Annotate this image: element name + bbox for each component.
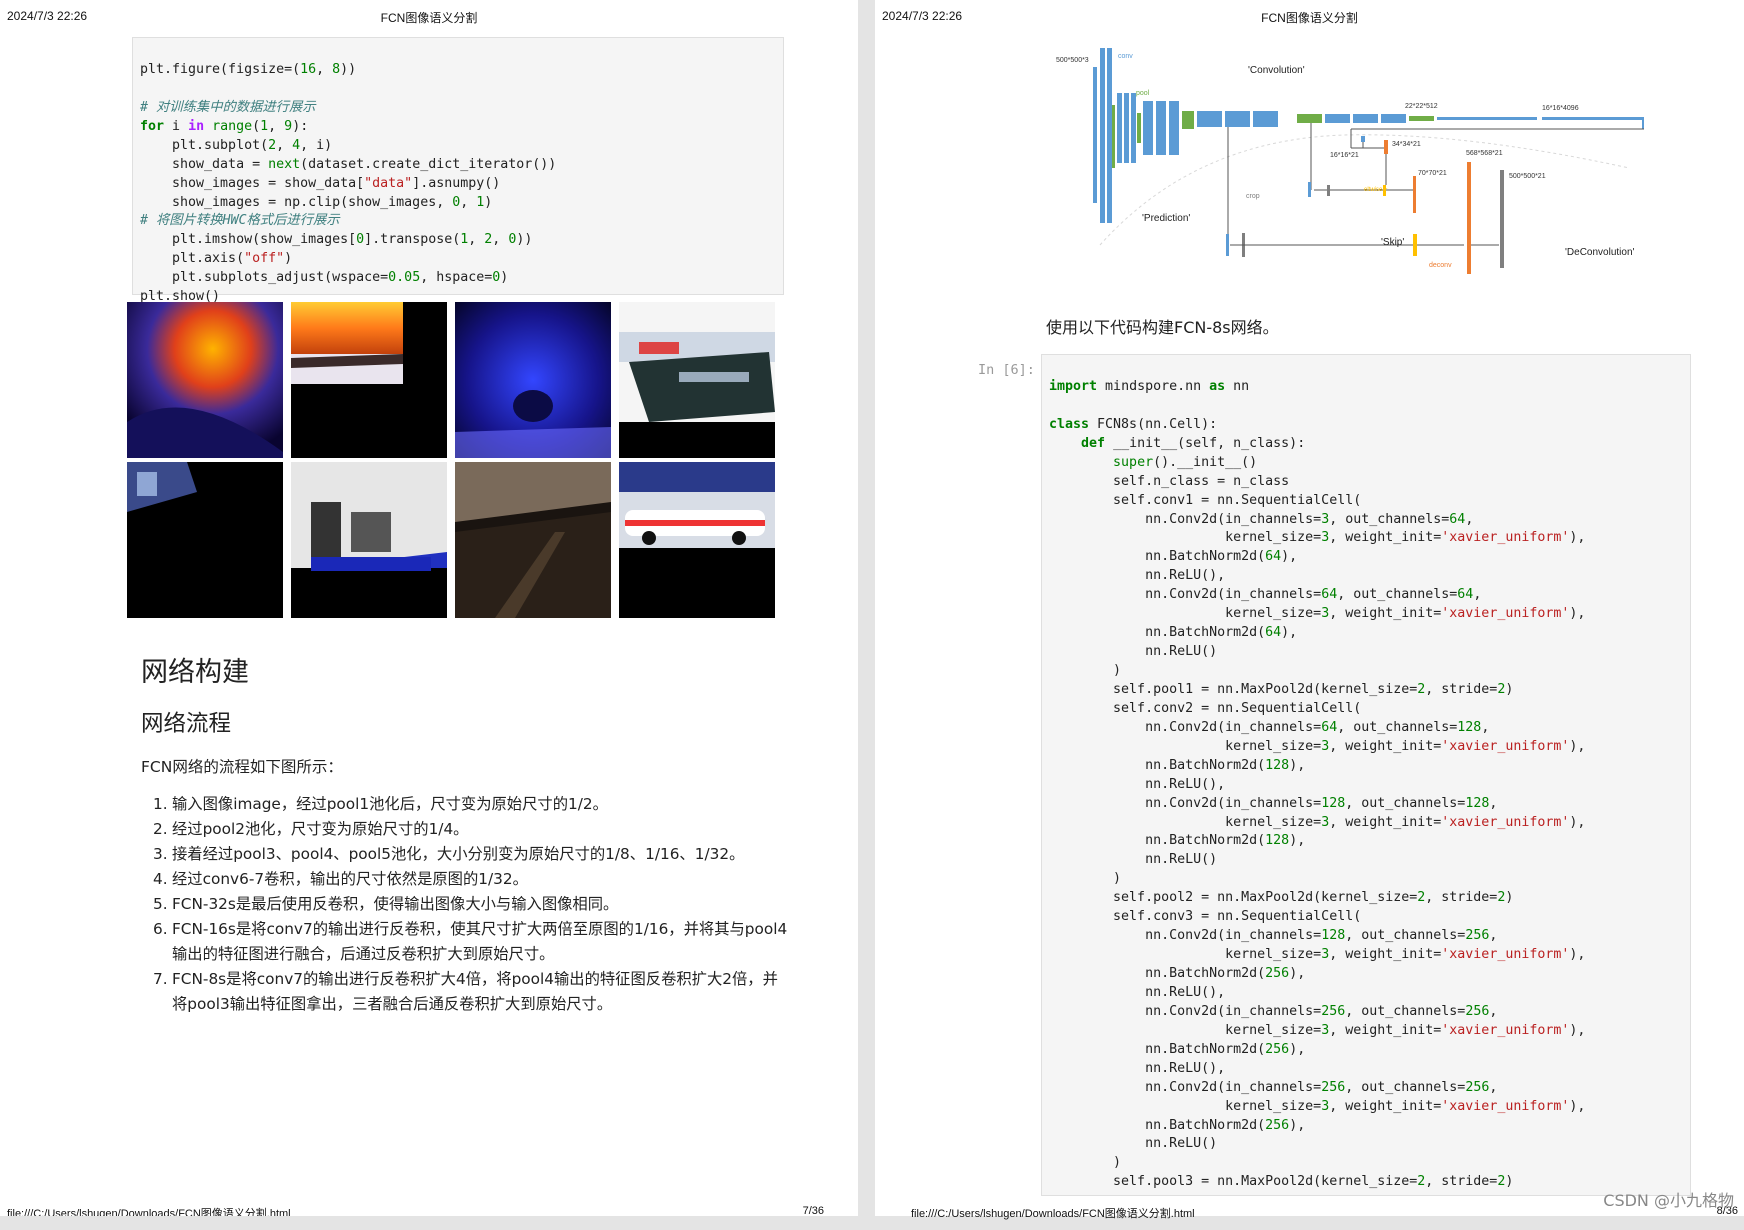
diagram-label-pool: pool [1136, 90, 1150, 97]
sample-image-boats [619, 302, 775, 458]
diagram-label-deconv: deconv [1429, 262, 1452, 269]
intro-text: FCN网络的流程如下图所示： [141, 758, 343, 776]
footer-path: file:///C:/Users/lshugen/Downloads/FCN图像… [7, 1208, 291, 1216]
list-item: 5. FCN-32s是最后使用反卷积，使得输出图像大小与输入图像相同。 [153, 895, 619, 913]
document-page-left: 2024/7/3 22:26 FCN图像语义分割 plt.figure(figs… [0, 0, 858, 1216]
heading-network-flow: 网络流程 [141, 711, 232, 737]
diagram-label-skip: 'Skip' [1381, 237, 1404, 248]
diagram-label-eltwise: eltwise + [1364, 187, 1388, 193]
list-item: 2. 经过pool2池化，尺寸变为原始尺寸的1/4。 [153, 820, 469, 838]
diagram-label-prediction: 'Prediction' [1142, 213, 1190, 224]
csdn-watermark: CSDN @小九格物 [1603, 1191, 1734, 1210]
heading-network-build: 网络构建 [141, 657, 249, 688]
header-title: FCN图像语义分割 [380, 11, 478, 25]
footer-page-number: 7/36 [802, 1205, 824, 1216]
sample-image-dark-room [127, 462, 283, 618]
sample-image-hangar [455, 462, 611, 618]
header-title: FCN图像语义分割 [1261, 11, 1358, 25]
code-cell-fcn8s[interactable]: import mindspore.nn as nn class FCN8s(nn.… [1041, 354, 1691, 1196]
diagram-label-out-size: 500*500*21 [1509, 173, 1546, 180]
sample-image-sunset [291, 302, 447, 458]
diagram-label-s22: 22*22*512 [1405, 103, 1438, 110]
fcn-architecture-diagram: 500*500*3 conv pool 'Convolution' 22*22*… [1056, 48, 1644, 274]
sample-image-dark-dog [455, 302, 611, 458]
fcn8s-caption: 使用以下代码构建FCN-8s网络。 [1046, 318, 1279, 337]
code-block-plot: plt.figure(figsize=(16, 8)) # 对训练集中的数据进行展… [140, 61, 557, 305]
sample-image-office [291, 462, 447, 618]
sample-image-dog [127, 302, 283, 458]
code-block-fcn8s: import mindspore.nn as nn class FCN8s(nn.… [1049, 378, 1586, 1190]
diagram-label-s16: 16*16*21 [1330, 152, 1359, 159]
list-item: 7. FCN-8s是将conv7的输出进行反卷积扩大4倍，将pool4输出的特征图… [153, 970, 778, 1013]
sample-image-police-car [619, 462, 775, 618]
diagram-label-convolution: 'Convolution' [1248, 65, 1305, 76]
code-cell-plot[interactable]: plt.figure(figsize=(16, 8)) # 对训练集中的数据进行展… [132, 37, 784, 304]
cell-prompt: In [6]: [978, 362, 1035, 378]
diagram-label-s16big: 16*16*4096 [1542, 105, 1579, 112]
diagram-label-conv: conv [1118, 53, 1133, 60]
diagram-label-s70: 70*70*21 [1418, 170, 1447, 177]
diagram-label-deconvolution: 'DeConvolution' [1565, 247, 1635, 258]
list-item: 3. 接着经过pool3、pool4、pool5池化，大小分别变为原始尺寸的1/8… [153, 845, 745, 863]
diagram-label-crop: crop [1246, 193, 1260, 200]
diagram-label-s34: 34*34*21 [1392, 141, 1421, 148]
list-item: 1. 输入图像image，经过pool1池化后，尺寸变为原始尺寸的1/2。 [153, 795, 608, 813]
steps-list: 1. 输入图像image，经过pool1池化后，尺寸变为原始尺寸的1/2。 2. 经… [153, 792, 793, 1017]
list-item: 4. 经过conv6-7卷积，输出的尺寸依然是原图的1/32。 [153, 870, 528, 888]
list-item: 6. FCN-16s是将conv7的输出进行反卷积，使其尺寸扩大两倍至原图的1/1… [153, 920, 788, 963]
diagram-label-s568: 568*568*21 [1466, 150, 1503, 157]
diagram-label-in-size: 500*500*3 [1056, 57, 1089, 64]
footer-path-right: file:///C:/Users/lshugen/Downloads/FCN图像… [911, 1208, 1195, 1220]
